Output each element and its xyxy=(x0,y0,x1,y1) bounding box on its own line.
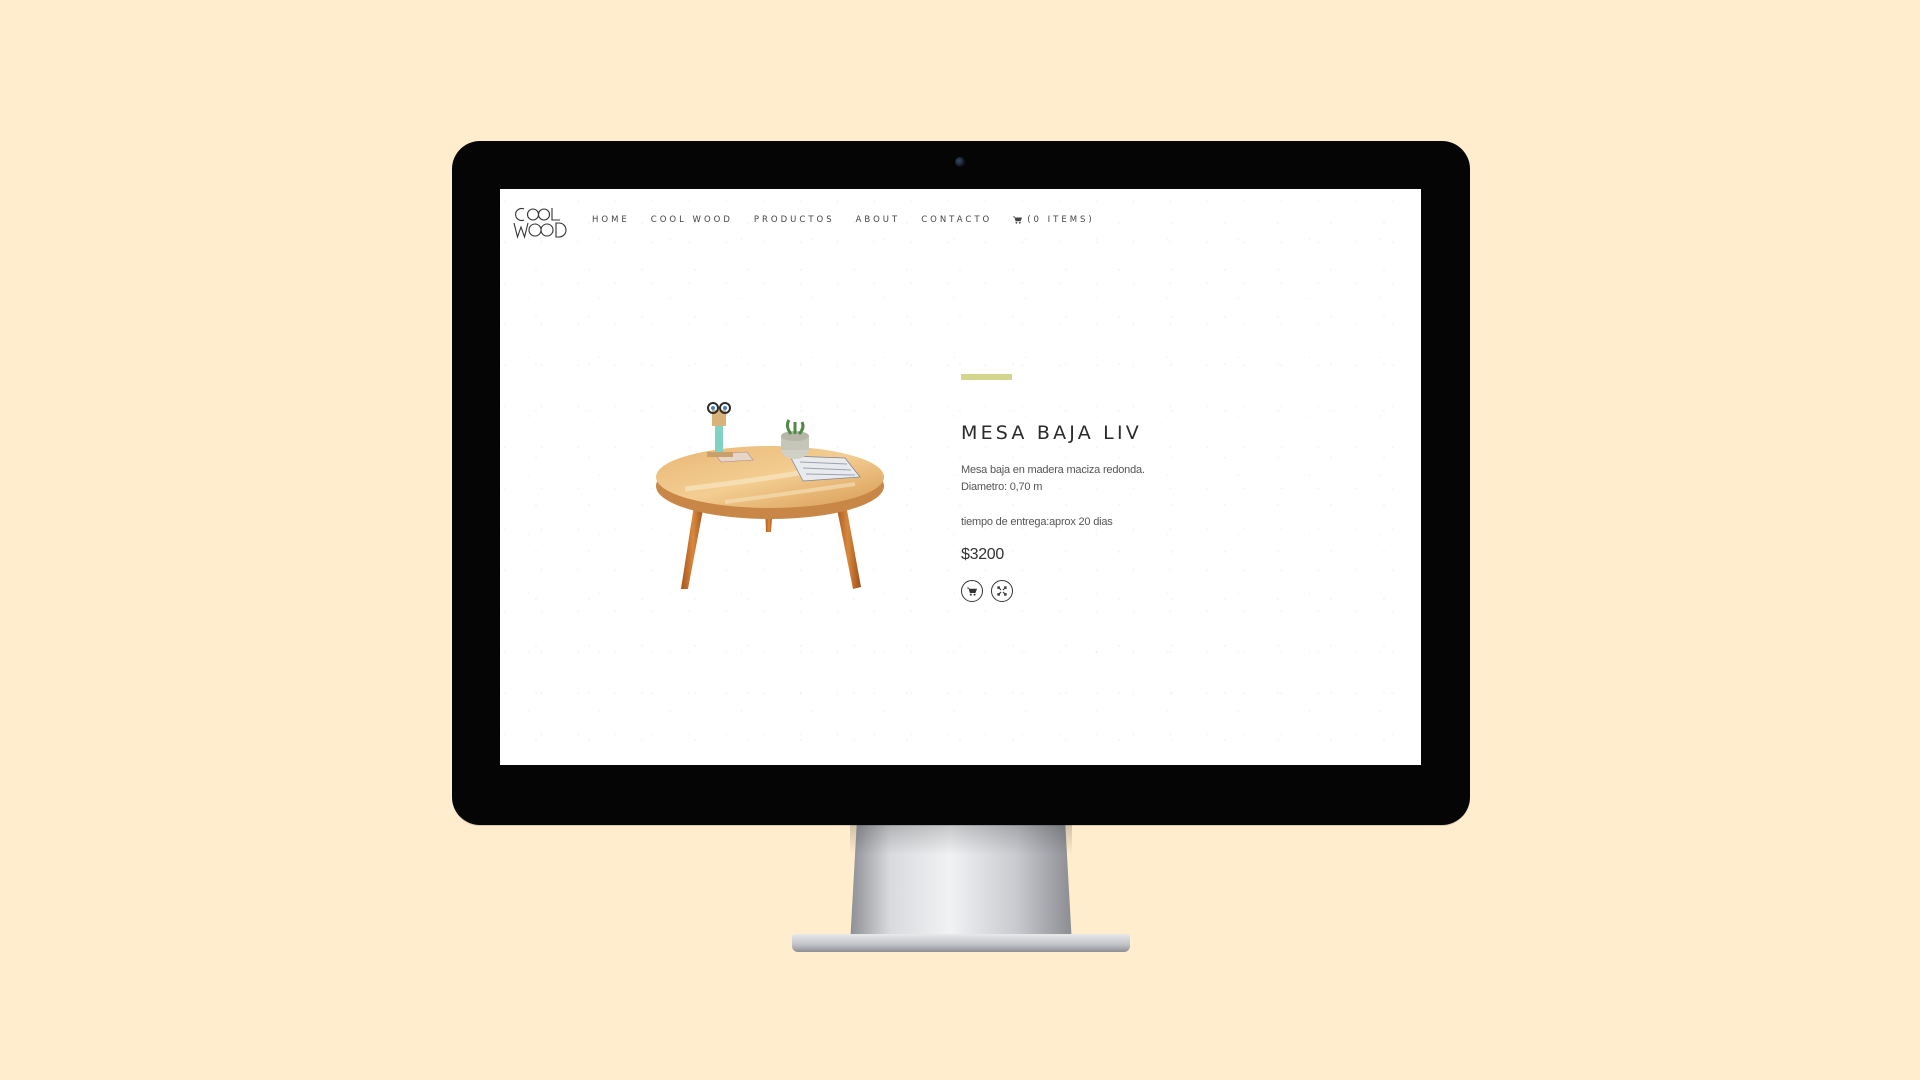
product-title: MESA BAJA LIV xyxy=(961,422,1142,444)
shopping-cart-icon xyxy=(967,587,977,596)
website-screen: HOME COOL WOOD PRODUCTOS ABOUT CONTACTO … xyxy=(500,189,1421,765)
expand-image-button[interactable] xyxy=(991,580,1013,602)
expand-icon xyxy=(997,586,1007,596)
add-to-cart-button[interactable] xyxy=(961,580,983,602)
nav-item-productos[interactable]: PRODUCTOS xyxy=(754,215,835,225)
nav-item-home[interactable]: HOME xyxy=(592,215,630,225)
accent-bar xyxy=(961,374,1012,380)
coolwood-logo-icon[interactable] xyxy=(512,203,568,243)
description-line: Diametro: 0,70 m xyxy=(961,481,1043,493)
monitor-frame: HOME COOL WOOD PRODUCTOS ABOUT CONTACTO … xyxy=(452,141,1470,825)
nav-item-cool-wood[interactable]: COOL WOOD xyxy=(651,215,733,225)
nav-item-contacto[interactable]: CONTACTO xyxy=(921,215,992,225)
description-line: Mesa baja en madera maciza redonda. xyxy=(961,464,1145,476)
camera-icon xyxy=(955,157,965,167)
shopping-cart-icon xyxy=(1013,216,1023,224)
product-description: Mesa baja en madera maciza redonda. Diam… xyxy=(961,462,1145,496)
delivery-time: tiempo de entrega:aprox 20 dias xyxy=(961,516,1113,528)
main-nav: HOME COOL WOOD PRODUCTOS ABOUT CONTACTO … xyxy=(592,215,1095,225)
product-actions xyxy=(961,580,1013,602)
nav-item-about[interactable]: ABOUT xyxy=(856,215,901,225)
cart-count-label: (0 ITEMS) xyxy=(1027,215,1095,225)
monitor-stand-shadow xyxy=(850,825,1072,855)
monitor-base xyxy=(792,934,1130,952)
product-price: $3200 xyxy=(961,546,1004,563)
nav-cart-link[interactable]: (0 ITEMS) xyxy=(1013,215,1095,225)
mockup-stage: HOME COOL WOOD PRODUCTOS ABOUT CONTACTO … xyxy=(0,0,1920,1080)
product-image[interactable] xyxy=(655,394,895,634)
